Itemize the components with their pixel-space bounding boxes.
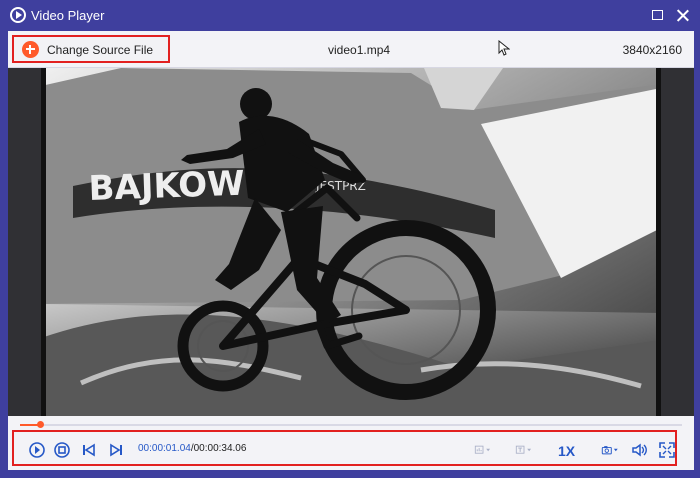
video-player-window: Video Player Change Source File video1.m… — [0, 0, 700, 478]
change-source-label: Change Source File — [47, 43, 154, 57]
play-icon — [29, 442, 45, 458]
play-logo-icon — [10, 7, 26, 23]
chart-dropdown-icon — [474, 445, 491, 454]
video-viewport[interactable]: BAJKOW JESTPRZ — [8, 68, 694, 416]
window-title: Video Player — [31, 8, 105, 23]
playback-time: 00:00:01.04/00:00:34.06 — [138, 443, 246, 454]
total-time: /00:00:34.06 — [190, 443, 247, 454]
stop-button[interactable] — [53, 441, 71, 459]
progress-bar[interactable] — [20, 421, 682, 428]
volume-icon — [632, 443, 647, 457]
control-panel: 00:00:01.04/00:00:34.06 1X — [12, 430, 677, 466]
volume-button[interactable] — [630, 441, 648, 459]
maximize-icon — [651, 10, 663, 20]
stop-icon — [54, 442, 70, 458]
video-resolution: 3840x2160 — [622, 43, 682, 57]
close-icon — [676, 9, 689, 22]
camera-dropdown-icon — [601, 446, 618, 455]
play-button[interactable] — [28, 441, 46, 459]
playback-controls: 00:00:01.04/00:00:34.06 1X — [8, 416, 694, 470]
fullscreen-button[interactable] — [658, 441, 676, 459]
next-frame-button[interactable] — [107, 441, 125, 459]
mouse-cursor-icon — [498, 40, 510, 56]
change-source-file-button[interactable]: Change Source File — [12, 35, 170, 63]
previous-frame-icon — [83, 443, 95, 457]
previous-frame-button[interactable] — [80, 441, 98, 459]
next-frame-icon — [110, 443, 122, 457]
fullscreen-icon — [659, 442, 675, 458]
bmx-video-frame-image: BAJKOW JESTPRZ — [41, 68, 661, 416]
source-toolbar: Change Source File video1.mp4 3840x2160 — [8, 31, 694, 68]
title-bar: Video Player — [0, 0, 700, 30]
chart-dropdown-button[interactable] — [469, 441, 497, 459]
maximize-button[interactable] — [648, 6, 666, 24]
plus-circle-icon — [22, 41, 39, 58]
snapshot-dropdown-button[interactable] — [596, 441, 624, 459]
progress-handle[interactable] — [36, 421, 44, 428]
close-button[interactable] — [673, 6, 691, 24]
text-dropdown-icon — [515, 445, 532, 454]
video-frame[interactable]: BAJKOW JESTPRZ — [41, 68, 661, 416]
svg-text:BAJKOW: BAJKOW — [88, 164, 245, 209]
text-dropdown-button[interactable] — [510, 441, 538, 459]
current-time: 00:00:01.04 — [138, 443, 191, 454]
playback-speed[interactable]: 1X — [558, 443, 575, 459]
file-name: video1.mp4 — [328, 43, 391, 57]
